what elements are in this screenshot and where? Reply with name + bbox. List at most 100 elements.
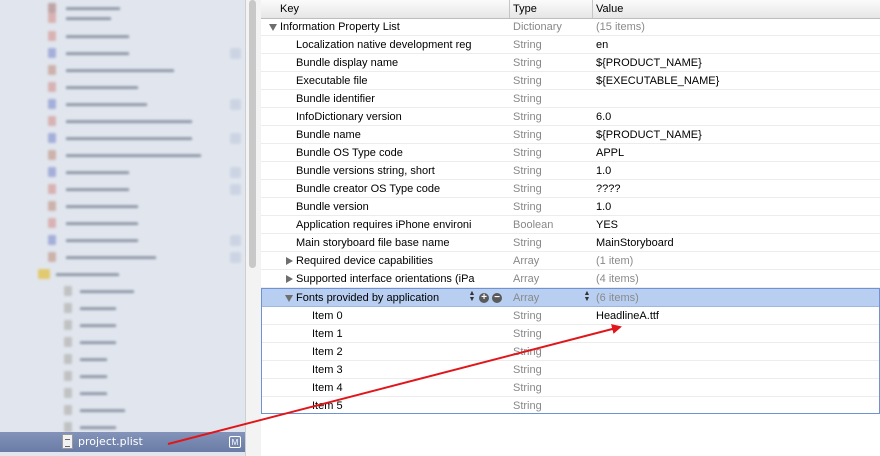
row-key: Item 1 <box>312 328 343 340</box>
row-type: String <box>513 237 542 249</box>
row-type: String <box>513 111 542 123</box>
navigator-item-project-plist[interactable]: project.plist M <box>0 432 245 452</box>
row-type: String <box>513 93 542 105</box>
plist-row[interactable]: Main storyboard file base name String Main… <box>261 234 880 252</box>
row-key: Item 5 <box>312 400 343 412</box>
row-type: String <box>513 183 542 195</box>
row-type: String <box>513 165 542 177</box>
type-column-header[interactable]: Type <box>513 3 537 15</box>
row-value: (15 items) <box>596 21 645 33</box>
key-column-header[interactable]: Key <box>280 3 299 15</box>
plist-root-row[interactable]: Information Property List Dictionary (15… <box>261 18 880 36</box>
row-value[interactable]: 6.0 <box>596 111 876 123</box>
project-navigator: ▬▬▬▬▬▬ ▬▬▬▬▬ ▬▬▬▬▬▬▬ ▬▬▬▬▬▬▬ ▬▬▬▬▬▬▬▬▬▬▬… <box>0 0 245 456</box>
row-type: String <box>513 382 542 394</box>
row-type: Array <box>513 273 540 285</box>
font-item-row[interactable]: Item 3 String <box>262 361 879 379</box>
row-type: String <box>513 310 542 322</box>
row-type: String <box>513 328 542 340</box>
row-type: String <box>513 346 542 358</box>
plist-row[interactable]: Bundle name String ${PRODUCT_NAME} <box>261 126 880 144</box>
disclosure-expanded-icon[interactable] <box>285 295 293 302</box>
add-item-button[interactable]: + <box>479 293 489 303</box>
row-key: Bundle version <box>296 201 369 213</box>
row-value[interactable]: ${EXECUTABLE_NAME} <box>596 75 876 87</box>
row-key: Bundle name <box>296 129 361 141</box>
row-type: Boolean <box>513 219 554 231</box>
row-value[interactable]: YES <box>596 219 876 231</box>
row-type: String <box>513 201 542 213</box>
disclosure-collapsed-icon[interactable] <box>286 275 293 283</box>
plist-row[interactable]: Localization native development reg Strin… <box>261 36 880 54</box>
blurred-file-list: ▬▬▬▬▬▬ ▬▬▬▬▬ ▬▬▬▬▬▬▬ ▬▬▬▬▬▬▬ ▬▬▬▬▬▬▬▬▬▬▬… <box>0 0 245 432</box>
row-key: Application requires iPhone environi <box>296 219 472 231</box>
font-item-row[interactable]: Item 5 String <box>262 397 879 415</box>
row-key: Bundle creator OS Type code <box>296 183 441 195</box>
row-key: Information Property List <box>280 21 400 33</box>
row-key: Fonts provided by application <box>296 292 440 304</box>
row-value[interactable]: HeadlineA.ttf <box>596 310 876 322</box>
plist-editor: Key Type Value Information Property List… <box>261 0 880 456</box>
navigator-item-label: project.plist <box>78 435 143 448</box>
font-item-row[interactable]: Item 2 String <box>262 343 879 361</box>
plist-row[interactable]: Application requires iPhone environi Bool… <box>261 216 880 234</box>
remove-item-button[interactable]: − <box>492 293 502 303</box>
plist-row[interactable]: Bundle identifier String <box>261 90 880 108</box>
row-value[interactable]: MainStoryboard <box>596 237 876 249</box>
row-key: Item 3 <box>312 364 343 376</box>
plist-row[interactable]: InfoDictionary version String 6.0 <box>261 108 880 126</box>
modified-badge: M <box>229 436 241 448</box>
plist-row[interactable]: Bundle versions string, short String 1.0 <box>261 162 880 180</box>
plist-file-icon <box>62 434 73 449</box>
row-type: Dictionary <box>513 21 562 33</box>
row-type: Array <box>513 255 540 267</box>
row-key: Localization native development reg <box>296 39 472 51</box>
disclosure-collapsed-icon[interactable] <box>286 257 293 265</box>
row-key: Bundle identifier <box>296 93 375 105</box>
value-column-header[interactable]: Value <box>596 3 623 15</box>
row-key: Executable file <box>296 75 368 87</box>
row-value[interactable]: en <box>596 39 876 51</box>
row-key: InfoDictionary version <box>296 111 402 123</box>
plist-row[interactable]: Bundle OS Type code String APPL <box>261 144 880 162</box>
disclosure-expanded-icon[interactable] <box>269 24 277 31</box>
row-key: Item 0 <box>312 310 343 322</box>
row-key: Supported interface orientations (iPa <box>296 273 475 285</box>
row-value: (1 item) <box>596 255 634 267</box>
row-value[interactable]: APPL <box>596 147 876 159</box>
plist-row[interactable]: Bundle version String 1.0 <box>261 198 880 216</box>
row-key: Bundle OS Type code <box>296 147 403 159</box>
row-key: Main storyboard file base name <box>296 237 450 249</box>
plist-array-row[interactable]: Required device capabilities Array (1 it… <box>261 252 880 270</box>
plist-row[interactable]: Bundle display name String ${PRODUCT_NAME} <box>261 54 880 72</box>
row-value[interactable]: ${PRODUCT_NAME} <box>596 57 876 69</box>
row-type: String <box>513 57 542 69</box>
row-key: Item 4 <box>312 382 343 394</box>
row-value[interactable]: ???? <box>596 183 876 195</box>
row-type: String <box>513 129 542 141</box>
row-type: Array <box>513 292 540 304</box>
row-value: (6 items) <box>596 292 639 304</box>
plist-row[interactable]: Bundle creator OS Type code String???? <box>261 180 880 198</box>
row-key: Required device capabilities <box>296 255 433 267</box>
font-item-row[interactable]: Item 4 String <box>262 379 879 397</box>
row-value[interactable]: ${PRODUCT_NAME} <box>596 129 876 141</box>
font-item-row[interactable]: Item 1 String <box>262 325 879 343</box>
key-stepper-icon[interactable]: ▲ ▼ <box>468 290 476 304</box>
row-type: String <box>513 400 542 412</box>
navigator-scrollbar[interactable] <box>245 0 261 456</box>
navigator-scroll-thumb[interactable] <box>249 0 256 268</box>
row-key: Item 2 <box>312 346 343 358</box>
row-value: (4 items) <box>596 273 639 285</box>
font-item-row[interactable]: Item 0 String HeadlineA.ttf <box>262 307 879 325</box>
row-value[interactable]: 1.0 <box>596 165 876 177</box>
plist-row[interactable]: Executable file String ${EXECUTABLE_NAME} <box>261 72 880 90</box>
row-key: Bundle display name <box>296 57 399 69</box>
plist-array-row[interactable]: Supported interface orientations (iPa Ar… <box>261 270 880 288</box>
row-key: Bundle versions string, short <box>296 165 435 177</box>
row-value[interactable]: 1.0 <box>596 201 876 213</box>
type-stepper-icon[interactable]: ▲ ▼ <box>583 290 591 304</box>
column-header: Key Type Value <box>261 0 880 19</box>
row-type: String <box>513 75 542 87</box>
plist-fonts-row[interactable]: Fonts provided by application ▲ ▼ + − Arr… <box>262 289 879 307</box>
